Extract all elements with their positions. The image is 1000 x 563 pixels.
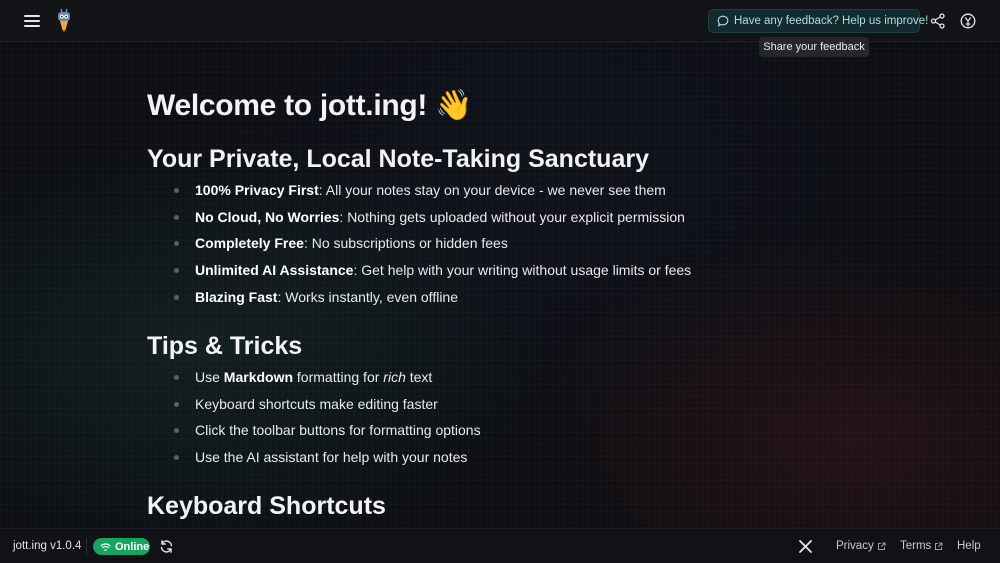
logo-icon[interactable] [55, 8, 73, 32]
tips-list: Use Markdown formatting for rich text Ke… [147, 367, 481, 474]
share-icon[interactable] [929, 12, 947, 30]
section-heading-privacy: Your Private, Local Note-Taking Sanctuar… [147, 145, 649, 173]
privacy-list: 100% Privacy First: All your notes stay … [147, 180, 691, 313]
chat-bubble-icon [717, 15, 729, 27]
status-badge: Online [93, 538, 150, 555]
footer-bar: jott.ing v1.0.4 Online Privacy Terms Hel… [0, 528, 1000, 563]
page-title: Welcome to jott.ing! 👋 [147, 89, 473, 122]
language-icon[interactable] [959, 12, 977, 30]
list-item: 100% Privacy First: All your notes stay … [147, 180, 691, 207]
external-link-icon [877, 542, 886, 550]
top-bar: Have any feedback? Help us improve! [0, 0, 1000, 42]
list-item: Keyboard shortcuts make editing faster [147, 394, 481, 421]
refresh-icon[interactable] [159, 539, 174, 554]
terms-link[interactable]: Terms [900, 540, 943, 552]
help-link[interactable]: Help [957, 540, 981, 552]
app-version: jott.ing v1.0.4 [13, 540, 82, 552]
feedback-button[interactable]: Have any feedback? Help us improve! [708, 9, 928, 33]
footer-divider [86, 538, 87, 555]
list-item: Unlimited AI Assistance: Get help with y… [147, 260, 691, 287]
section-heading-tips: Tips & Tricks [147, 332, 303, 360]
list-item: Completely Free: No subscriptions or hid… [147, 233, 691, 260]
external-link-icon [935, 542, 943, 550]
list-item: Click the toolbar buttons for formatting… [147, 420, 481, 447]
section-heading-shortcuts: Keyboard Shortcuts [147, 492, 386, 520]
menu-icon[interactable] [22, 13, 42, 29]
feedback-tooltip: Share your feedback [759, 37, 869, 57]
feedback-label: Have any feedback? Help us improve! [734, 15, 929, 27]
list-item: No Cloud, No Worries: Nothing gets uploa… [147, 207, 691, 234]
wifi-icon [100, 542, 111, 551]
x-icon[interactable] [799, 540, 812, 553]
status-label: Online [115, 540, 150, 553]
list-item: Blazing Fast: Works instantly, even offl… [147, 287, 691, 314]
list-item: Use the AI assistant for help with your … [147, 447, 481, 474]
privacy-link[interactable]: Privacy [836, 540, 886, 552]
list-item: Use Markdown formatting for rich text [147, 367, 481, 394]
